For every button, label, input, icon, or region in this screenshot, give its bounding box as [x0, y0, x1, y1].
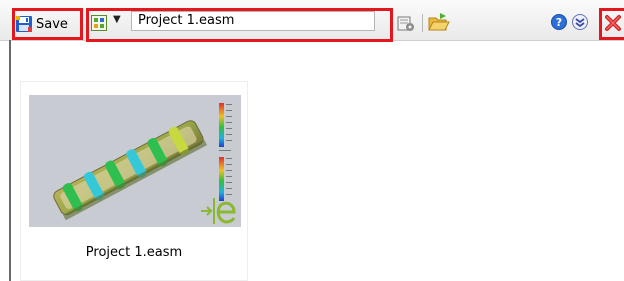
document-name: Project 1.easm [85, 245, 183, 260]
toolbar: Save ▼ Project 1.easm ? [0, 0, 624, 42]
toolbar-divider [422, 14, 423, 32]
expand-icon[interactable] [572, 14, 588, 30]
document-settings-icon[interactable] [397, 14, 415, 32]
simulation-thumbnail [29, 95, 241, 227]
save-highlight [12, 8, 83, 40]
product-logo [201, 198, 236, 224]
close-highlight [599, 8, 624, 40]
svg-text:?: ? [556, 16, 562, 29]
open-folder-icon[interactable] [428, 12, 450, 32]
model-image [53, 103, 236, 224]
pane-left-border [9, 40, 11, 281]
document-card[interactable]: Project 1.easm [20, 81, 248, 281]
project-field-highlight [86, 8, 393, 42]
help-icon[interactable]: ? [551, 14, 567, 30]
